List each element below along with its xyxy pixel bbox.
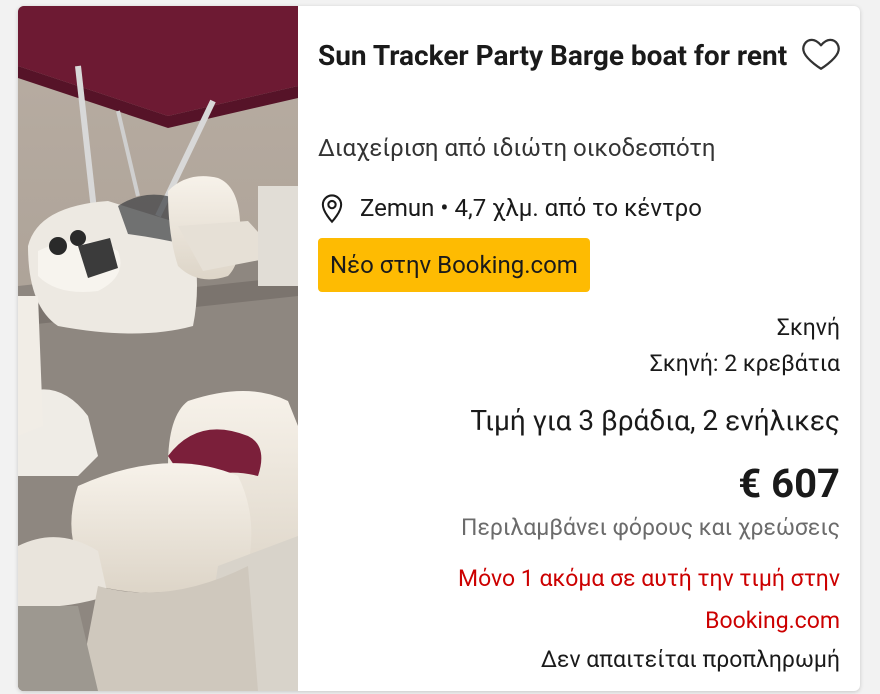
price: € 607 bbox=[738, 460, 840, 507]
host-type: Διαχείριση από ιδιώτη οικοδεσπότη bbox=[318, 134, 716, 162]
no-prepayment-note: Δεν απαιτείται προπληρωμή bbox=[540, 646, 840, 673]
map-pin-icon bbox=[321, 194, 343, 224]
property-photo[interactable] bbox=[18, 6, 298, 691]
location-row[interactable]: Zemun • 4,7 χλμ. από το κέντρο bbox=[318, 190, 702, 226]
room-type: Σκηνή bbox=[776, 314, 840, 341]
new-to-booking-badge: Νέο στην Booking.com bbox=[318, 238, 590, 292]
property-title[interactable]: Sun Tracker Party Barge boat for rent bbox=[318, 32, 788, 80]
heart-outline-icon[interactable] bbox=[800, 32, 842, 74]
property-card[interactable]: Sun Tracker Party Barge boat for rent Δι… bbox=[18, 6, 860, 691]
scarcity-message: Μόνο 1 ακόμα σε αυτή την τιμή στην Booki… bbox=[458, 558, 840, 642]
scarcity-line-1: Μόνο 1 ακόμα σε αυτή την τιμή στην bbox=[457, 565, 840, 592]
location-separator: • bbox=[440, 194, 449, 222]
bed-info: Σκηνή: 2 κρεβάτια bbox=[649, 350, 840, 377]
boat-image bbox=[18, 6, 298, 691]
stay-summary: Τιμή για 3 βράδια, 2 ενήλικες bbox=[470, 404, 840, 437]
distance-from-center: 4,7 χλμ. από το κέντρο bbox=[454, 194, 702, 222]
taxes-note: Περιλαμβάνει φόρους και χρεώσεις bbox=[461, 514, 840, 541]
scarcity-line-2: Booking.com bbox=[705, 607, 840, 634]
property-details: Sun Tracker Party Barge boat for rent Δι… bbox=[318, 6, 860, 691]
location-name: Zemun bbox=[360, 194, 435, 222]
